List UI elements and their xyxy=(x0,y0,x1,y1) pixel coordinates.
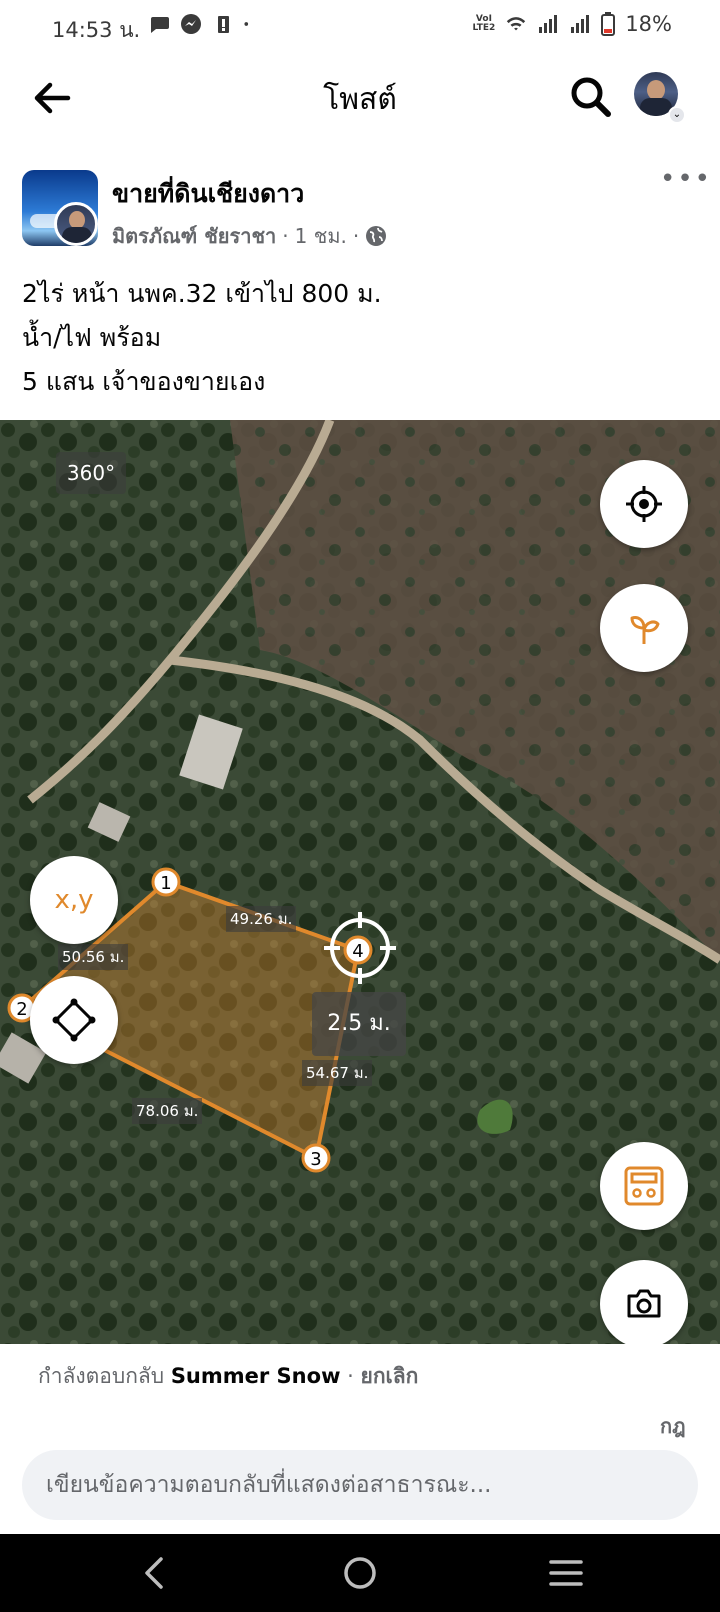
system-indicators: VoI LTE2 18% xyxy=(473,12,672,36)
chevron-left-icon xyxy=(145,1557,163,1589)
group-name-link[interactable]: ขายที่ดินเชียงดาว xyxy=(112,174,304,214)
dot-icon xyxy=(244,22,249,26)
post-text-line: น้ำ/ไฟ พร้อม xyxy=(22,323,162,352)
meta-separator: · xyxy=(282,224,289,248)
distance-tag: 2.5 ม. xyxy=(312,992,406,1056)
globe-icon xyxy=(366,226,387,246)
view-360-label[interactable]: 360° xyxy=(56,452,126,494)
volte-indicator: VoI LTE2 xyxy=(472,14,496,33)
post-text-line: 2ไร่ หน้า นพค.32 เข้าไป 800 ม. xyxy=(22,279,382,308)
app-header: โพสต์ ⌄ xyxy=(0,54,720,142)
svg-text:1: 1 xyxy=(160,873,171,894)
profile-avatar-button[interactable]: ⌄ xyxy=(634,72,686,124)
signal-icon-2 xyxy=(571,15,590,33)
camera-button[interactable] xyxy=(600,1260,688,1344)
post-meta: มิตรภัณฑ์ ชัยราชา · 1 ชม. · xyxy=(112,220,387,252)
point-marker-4[interactable]: 4 xyxy=(343,935,373,965)
measurement-label: 49.26 ม. xyxy=(226,906,297,932)
svg-text:3: 3 xyxy=(310,1149,321,1170)
battery-percent: 18% xyxy=(625,12,672,36)
measurement-label: 54.67 ม. xyxy=(302,1060,373,1086)
reply-target-name[interactable]: Summer Snow xyxy=(171,1364,341,1388)
polygon-tool-button[interactable] xyxy=(30,976,118,1064)
search-icon xyxy=(571,77,611,117)
svg-text:2: 2 xyxy=(16,999,27,1020)
nav-home-button[interactable] xyxy=(330,1550,390,1596)
post-text: 2ไร่ หน้า นพค.32 เข้าไป 800 ม. น้ำ/ไฟ พร… xyxy=(22,272,702,404)
battery-icon xyxy=(601,12,616,36)
measurement-label: 78.06 ม. xyxy=(132,1098,203,1124)
menu-lines-icon xyxy=(549,1560,583,1586)
status-time: 14:53 น. xyxy=(52,18,141,42)
svg-text:4: 4 xyxy=(352,941,363,962)
battery-alert-icon xyxy=(218,16,229,33)
layers-button[interactable] xyxy=(600,1142,688,1230)
xy-label: x,y xyxy=(54,885,94,915)
measurement-label: 50.56 ม. xyxy=(58,944,129,970)
status-bar: 14:53 น. VoI LTE2 18% xyxy=(0,0,720,54)
reply-context-bar: กำลังตอบกลับ Summer Snow · ยกเลิก xyxy=(0,1344,720,1404)
nav-recents-button[interactable] xyxy=(536,1550,596,1596)
post-image-map[interactable]: 1 2 3 4 49.26 ม. 50.56 ม. 54.67 ม. 78.06… xyxy=(0,420,720,1344)
more-options-button[interactable]: ••• xyxy=(660,166,710,200)
nav-back-button[interactable] xyxy=(124,1550,184,1596)
point-marker-3[interactable]: 3 xyxy=(301,1143,331,1173)
calculator-icon xyxy=(624,1166,664,1206)
notification-icons xyxy=(148,13,254,35)
locate-button[interactable] xyxy=(600,460,688,548)
reply-text: กำลังตอบกลับ Summer Snow · ยกเลิก xyxy=(38,1360,418,1393)
author-name-link[interactable]: มิตรภัณฑ์ ชัยราชา xyxy=(112,220,276,252)
cancel-reply-button[interactable]: ยกเลิก xyxy=(361,1364,419,1388)
point-marker-1[interactable]: 1 xyxy=(151,867,181,897)
signal-icon-1 xyxy=(539,15,558,33)
chat-icon xyxy=(151,17,169,33)
sprout-icon xyxy=(630,616,660,644)
camera-icon xyxy=(627,1289,661,1318)
home-circle-icon xyxy=(344,1557,376,1589)
messenger-icon xyxy=(181,14,201,34)
comment-box[interactable] xyxy=(22,1450,698,1520)
wifi-icon xyxy=(507,17,526,31)
post-header: ขายที่ดินเชียงดาว มิตรภัณฑ์ ชัยราชา · 1 … xyxy=(0,160,720,260)
polygon-icon xyxy=(52,998,96,1042)
reply-prefix: กำลังตอบกลับ xyxy=(38,1364,165,1388)
crosshair-icon xyxy=(626,486,662,522)
system-nav-bar xyxy=(0,1534,720,1612)
rules-link[interactable]: กฎ xyxy=(660,1410,686,1442)
meta-separator-2: · xyxy=(352,224,360,248)
chevron-down-icon: ⌄ xyxy=(668,106,686,124)
post-text-line: 5 แสน เจ้าของขายเอง xyxy=(22,367,266,396)
reply-separator: · xyxy=(347,1364,354,1388)
search-button[interactable] xyxy=(568,74,614,120)
post-time[interactable]: 1 ชม. xyxy=(295,220,347,252)
coordinates-button[interactable]: x,y xyxy=(30,856,118,944)
comment-input[interactable] xyxy=(46,1450,676,1520)
author-avatar[interactable] xyxy=(54,202,98,246)
plant-button[interactable] xyxy=(600,584,688,672)
